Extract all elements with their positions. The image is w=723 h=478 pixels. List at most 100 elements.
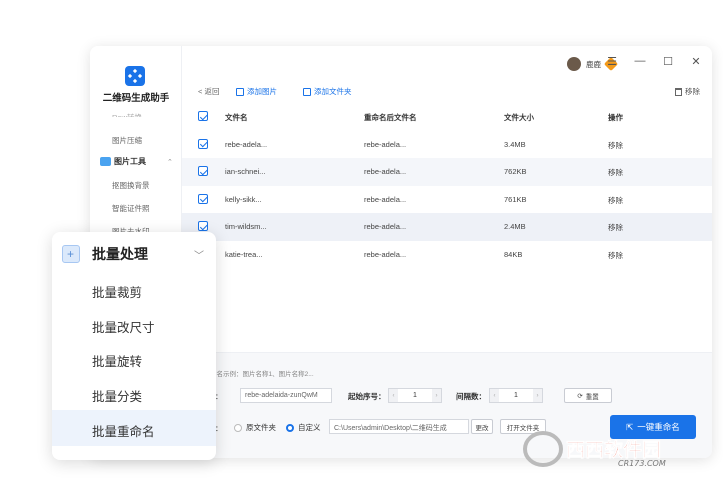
minimize-icon[interactable]: —	[634, 55, 646, 68]
menu-item-batch-crop[interactable]: 批量裁剪	[92, 282, 142, 301]
main-area: 鹿鹿 ☰ — ☐ ✕ < 返回 添加图片 添加文件夹 移除 文件名 重命名后文件…	[182, 46, 712, 458]
sidebar-item-cutout[interactable]: 抠图换背景	[112, 180, 150, 191]
table-header: 文件名 重命名后文件名 文件大小 操作	[182, 103, 712, 131]
header-operation: 操作	[608, 113, 623, 122]
prefix-input[interactable]: rebe-adelaida-zunQwM	[240, 388, 332, 403]
select-all-checkbox[interactable]	[198, 111, 208, 121]
username: 鹿鹿	[586, 59, 601, 69]
change-path-button[interactable]: 更改	[471, 419, 493, 434]
decrement-icon[interactable]: ‹	[389, 389, 398, 402]
interval-label: 间隔数：	[456, 392, 486, 401]
row-new-filename: rebe-adela...	[364, 167, 407, 176]
row-size: 762KB	[504, 167, 527, 176]
radio-icon	[234, 423, 242, 432]
row-filename: tim-wildsm...	[225, 222, 267, 231]
sidebar-item-raw[interactable]: Raw转换	[112, 112, 142, 117]
sidebar-group-label: 图片工具	[114, 157, 146, 166]
sidebar-group-image-tools[interactable]: 图片工具 ⌃	[100, 156, 173, 167]
sidebar-item-compress[interactable]: 图片压缩	[112, 135, 142, 146]
file-table: 文件名 重命名后文件名 文件大小 操作 rebe-adela... rebe-a…	[182, 103, 712, 268]
row-checkbox[interactable]	[198, 221, 208, 231]
watermark-brand: 西西软件园	[566, 438, 661, 461]
menu-item-batch-classify[interactable]: 批量分类	[92, 386, 142, 405]
table-row: ian-schnei... rebe-adela... 762KB 移除	[182, 158, 712, 186]
decrement-icon[interactable]: ‹	[490, 389, 499, 402]
header-size: 文件大小	[504, 113, 534, 122]
table-row: tim-wildsm... rebe-adela... 2.4MB 移除	[182, 213, 712, 241]
row-filename: katie-trea...	[225, 249, 263, 259]
add-file-icon	[236, 87, 244, 96]
row-remove-button[interactable]: 移除	[608, 195, 623, 206]
back-button[interactable]: < 返回	[198, 86, 219, 97]
row-checkbox[interactable]	[198, 166, 208, 176]
start-index-label: 起始序号：	[348, 392, 386, 401]
table-row: kelly-sikk... rebe-adela... 761KB 移除	[182, 186, 712, 214]
menu-icon[interactable]: ☰	[606, 55, 618, 68]
radio-original-label: 原文件夹	[246, 423, 276, 432]
app-name: 二维码生成助手	[102, 93, 170, 104]
image-icon	[100, 157, 111, 166]
sidebar-item-id-photo[interactable]: 智能证件照	[112, 203, 150, 214]
chevron-down-icon: ﹀	[194, 250, 204, 262]
menu-item-batch-rename[interactable]: 批量重命名	[92, 421, 155, 440]
row-new-filename: rebe-adela...	[364, 249, 407, 259]
app-logo-icon	[125, 66, 145, 86]
row-remove-button[interactable]: 移除	[608, 167, 623, 178]
add-folder-label: 添加文件夹	[314, 87, 352, 96]
title-bar: 鹿鹿 ☰ — ☐ ✕	[182, 46, 712, 80]
remove-label: 移除	[685, 87, 700, 96]
window-controls: ☰ — ☐ ✕	[606, 55, 702, 68]
start-index-stepper[interactable]: ‹ 1 ›	[388, 388, 442, 403]
row-filename: rebe-adela...	[225, 139, 268, 149]
avatar[interactable]	[567, 57, 581, 71]
toolbar: < 返回 添加图片 添加文件夹 移除	[182, 84, 712, 100]
maximize-icon[interactable]: ☐	[662, 55, 674, 68]
menu-item-batch-resize[interactable]: 批量改尺寸	[92, 317, 155, 336]
row-size: 761KB	[504, 194, 527, 204]
trash-icon	[675, 87, 682, 96]
add-folder-icon	[303, 87, 311, 96]
site-watermark: 西西软件园 CR173.COM	[522, 428, 704, 470]
menu-item-batch-rotate[interactable]: 批量旋转	[92, 351, 142, 370]
reset-label: 重置	[585, 393, 599, 401]
naming-example-hint: 命名示例：图片名称1、图片名称2...	[210, 371, 314, 378]
batch-menu-header[interactable]: 批量处理 ﹀	[62, 244, 208, 264]
row-checkbox[interactable]	[198, 193, 208, 204]
row-new-filename: rebe-adela...	[364, 139, 407, 149]
row-new-filename: rebe-adela...	[364, 194, 407, 204]
chevron-up-icon: ⌃	[167, 158, 173, 166]
interval-value: 1	[514, 392, 518, 399]
header-filename: 文件名	[225, 113, 248, 122]
output-path-input[interactable]: C:\Users\admin\Desktop\二维码生成	[329, 419, 469, 434]
increment-icon[interactable]: ›	[432, 389, 441, 402]
table-row: rebe-adela... rebe-adela... 3.4MB 移除	[182, 131, 712, 159]
row-filename: ian-schnei...	[225, 167, 266, 176]
row-remove-button[interactable]: 移除	[608, 140, 623, 151]
start-index-value: 1	[413, 392, 417, 399]
add-image-label: 添加图片	[247, 87, 277, 96]
header-new-filename: 重命名后文件名	[364, 113, 417, 122]
row-new-filename: rebe-adela...	[364, 222, 407, 231]
increment-icon[interactable]: ›	[533, 389, 542, 402]
row-size: 84KB	[504, 249, 523, 259]
row-remove-button[interactable]: 移除	[608, 222, 623, 233]
radio-custom-label: 自定义	[298, 423, 321, 432]
radio-original-folder[interactable]: 原文件夹	[234, 422, 276, 433]
row-size: 3.4MB	[504, 139, 526, 149]
refresh-icon: ⟳	[577, 392, 583, 400]
row-size: 2.4MB	[504, 222, 526, 231]
remove-button[interactable]: 移除	[675, 86, 700, 97]
watermark-logo-icon: 西西软件园 CR173.COM	[523, 431, 666, 468]
row-checkbox[interactable]	[198, 138, 208, 149]
table-row: katie-trea... rebe-adela... 84KB 移除	[182, 241, 712, 269]
radio-selected-icon	[286, 423, 294, 432]
add-image-button[interactable]: 添加图片	[236, 86, 277, 97]
add-folder-button[interactable]: 添加文件夹	[303, 86, 352, 97]
batch-menu-title: 批量处理	[92, 246, 148, 262]
batch-icon	[62, 245, 80, 263]
close-icon[interactable]: ✕	[690, 55, 702, 68]
reset-button[interactable]: ⟳ 重置	[564, 388, 612, 403]
interval-stepper[interactable]: ‹ 1 ›	[489, 388, 543, 403]
row-remove-button[interactable]: 移除	[608, 250, 623, 261]
radio-custom-folder[interactable]: 自定义	[286, 422, 321, 433]
